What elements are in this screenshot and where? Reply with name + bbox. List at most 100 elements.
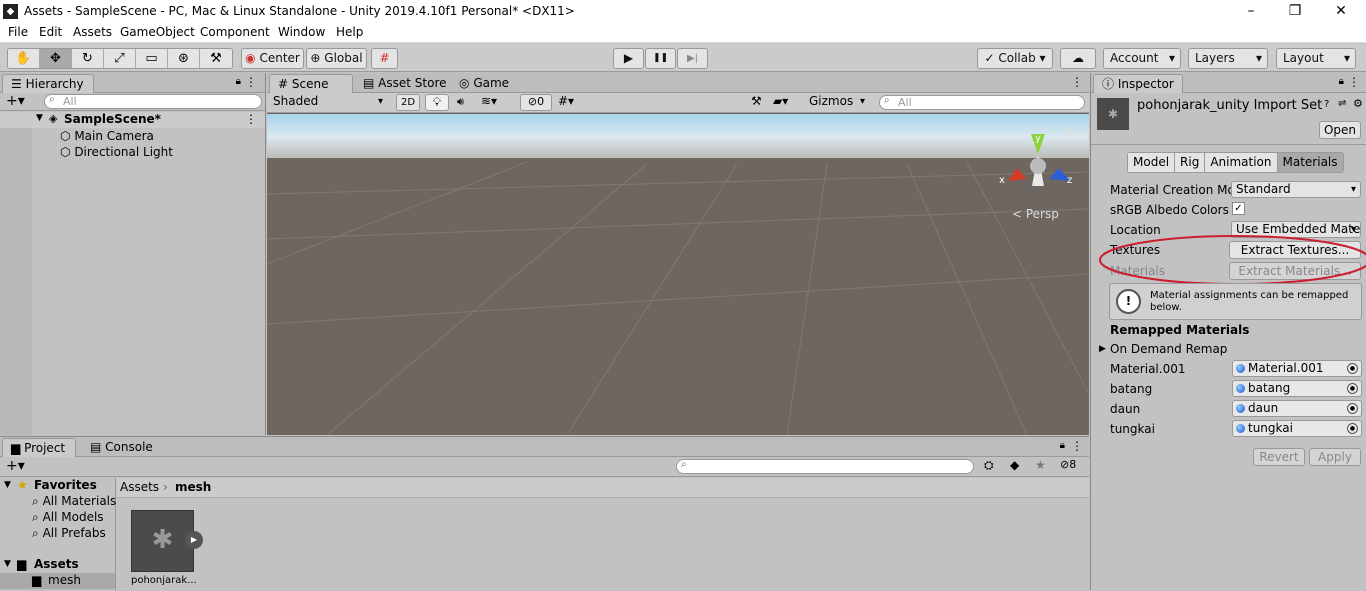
menu-component[interactable]: Component [200, 25, 270, 39]
revert-button[interactable]: Revert [1253, 448, 1305, 466]
tab-asset-store[interactable]: ▤ Asset Store [355, 74, 455, 93]
grid-snap-button[interactable]: # [371, 48, 398, 69]
help-icon[interactable]: ? [1324, 99, 1329, 110]
maximize-button[interactable]: ❐ [1272, 2, 1318, 22]
object-picker-icon[interactable]: ● [1347, 423, 1358, 434]
srgb-checkbox[interactable]: ✓ [1232, 202, 1245, 215]
layout-dropdown[interactable]: Layout ▾ [1276, 48, 1356, 69]
mesh-folder-row[interactable]: ▆ mesh [0, 573, 115, 589]
kebab-menu-icon[interactable]: ⋮ [1348, 75, 1360, 89]
hidden-packages-toggle[interactable]: ⊘8 [1060, 458, 1076, 471]
kebab-menu-icon[interactable]: ⋮ [245, 75, 257, 89]
add-icon[interactable]: +▾ [6, 93, 25, 109]
minimize-button[interactable]: – [1228, 2, 1274, 22]
expand-arrow-icon[interactable]: ▼ [36, 113, 43, 123]
hidden-objects-toggle[interactable]: ⊘0 [520, 94, 552, 111]
2d-toggle[interactable]: 2D [396, 94, 420, 111]
tab-console[interactable]: ▤ Console [82, 438, 161, 457]
object-picker-icon[interactable]: ● [1347, 403, 1358, 414]
assets-folder-label[interactable]: Assets [34, 557, 79, 571]
audio-icon[interactable]: 🔊︎ [457, 95, 464, 109]
collab-button[interactable]: ✓ Collab ▾ [977, 48, 1053, 69]
tab-rig[interactable]: Rig [1175, 153, 1206, 172]
effects-icon[interactable]: ≋▾ [481, 94, 497, 108]
expand-arrow-icon[interactable]: ▶ [1099, 344, 1106, 354]
gear-icon[interactable]: ⚙ [1353, 97, 1363, 110]
expand-arrow-icon[interactable]: ▼ [4, 480, 11, 490]
transform-tool-icon[interactable]: ⊛ [168, 49, 200, 68]
breadcrumb-assets[interactable]: Assets [120, 480, 159, 494]
list-item[interactable]: ⌕ All Prefabs [32, 526, 106, 541]
tab-project[interactable]: ▆ Project [2, 438, 76, 457]
remap-field[interactable]: tungkai ● [1232, 420, 1362, 437]
tab-materials[interactable]: Materials [1277, 153, 1343, 172]
expand-arrow-icon[interactable]: ▼ [4, 559, 11, 569]
list-item[interactable]: ⬡ Directional Light [60, 145, 173, 159]
open-button[interactable]: Open [1319, 121, 1361, 139]
tab-model[interactable]: Model [1128, 153, 1176, 172]
tab-scene[interactable]: # Scene [269, 74, 353, 93]
tab-inspector[interactable]: ⓘ Inspector [1093, 74, 1183, 93]
pivot-center-button[interactable]: ◉ Center [241, 48, 304, 69]
kebab-menu-icon[interactable]: ⋮ [245, 112, 257, 126]
custom-tool-icon[interactable]: ⚒ [200, 49, 232, 68]
persp-label[interactable]: < Persp [1012, 207, 1059, 221]
list-item[interactable]: ⌕ All Materials [32, 494, 116, 509]
hierarchy-search-input[interactable]: All [44, 94, 262, 109]
material-creation-dropdown[interactable]: Standard [1231, 181, 1361, 198]
scale-tool-icon[interactable]: ⤢ [104, 49, 136, 68]
menu-help[interactable]: Help [336, 25, 363, 39]
star-icon[interactable]: ★ [1035, 458, 1046, 472]
preset-icon[interactable]: ⇌ [1338, 98, 1346, 109]
scene-row[interactable]: ▼ ◈ SampleScene* ⋮ [0, 112, 265, 128]
layers-dropdown[interactable]: Layers ▾ [1188, 48, 1268, 69]
search-by-type-icon[interactable]: ⛭ [984, 458, 994, 473]
play-button[interactable]: ▶ [613, 48, 644, 69]
remap-field[interactable]: batang ● [1232, 380, 1362, 397]
tools-icon[interactable]: ⚒ [751, 94, 762, 108]
account-dropdown[interactable]: Account ▾ [1103, 48, 1181, 69]
lock-icon[interactable]: 🔒︎ [1060, 440, 1065, 451]
rotate-tool-icon[interactable]: ↻ [72, 49, 104, 68]
list-item[interactable]: ⌕ All Models [32, 510, 104, 525]
play-preview-icon[interactable]: ▶ [185, 531, 203, 549]
shading-dropdown[interactable]: Shaded [269, 94, 387, 111]
add-icon[interactable]: +▾ [6, 458, 25, 474]
lighting-toggle[interactable]: 💡︎ [425, 94, 449, 111]
close-button[interactable]: ✕ [1318, 2, 1364, 22]
gizmos-dropdown[interactable]: Gizmos [805, 94, 869, 111]
lock-icon[interactable]: ▪ [1068, 127, 1074, 137]
cloud-button[interactable]: ☁ [1060, 48, 1096, 69]
scene-viewport[interactable]: x y z < Persp ▪ [267, 114, 1089, 435]
camera-icon[interactable]: ▰▾ [773, 94, 788, 108]
pause-button[interactable]: ❚❚ [645, 48, 676, 69]
hand-tool-icon[interactable]: ✋ [8, 49, 40, 68]
list-item[interactable]: ⬡ Main Camera [60, 129, 154, 143]
move-tool-icon[interactable]: ✥ [40, 49, 72, 68]
grid-icon[interactable]: #▾ [558, 94, 574, 108]
lock-icon[interactable]: 🔒︎ [1339, 76, 1344, 87]
object-picker-icon[interactable]: ● [1347, 383, 1358, 394]
kebab-menu-icon[interactable]: ⋮ [1071, 439, 1083, 453]
menu-window[interactable]: Window [278, 25, 325, 39]
on-demand-foldout[interactable]: On Demand Remap [1110, 342, 1227, 356]
project-search-input[interactable] [676, 459, 974, 474]
remap-field[interactable]: Material.001 ● [1232, 360, 1362, 377]
menu-file[interactable]: File [8, 25, 28, 39]
menu-edit[interactable]: Edit [39, 25, 62, 39]
breadcrumb-mesh[interactable]: mesh [175, 480, 211, 494]
menu-gameobject[interactable]: GameObject [120, 25, 195, 39]
remap-field[interactable]: daun ● [1232, 400, 1362, 417]
kebab-menu-icon[interactable]: ⋮ [1071, 75, 1083, 89]
favorites-label[interactable]: Favorites [34, 478, 97, 492]
step-button[interactable]: ▶| [677, 48, 708, 69]
space-global-button[interactable]: ⊕ Global [306, 48, 367, 69]
rect-tool-icon[interactable]: ▭ [136, 49, 168, 68]
object-picker-icon[interactable]: ● [1347, 363, 1358, 374]
scene-search-input[interactable]: All [879, 95, 1085, 110]
tab-animation[interactable]: Animation [1205, 153, 1278, 172]
menu-assets[interactable]: Assets [73, 25, 112, 39]
label-tag-icon[interactable]: ◆ [1010, 458, 1019, 472]
tab-hierarchy[interactable]: ☰ Hierarchy [2, 74, 94, 93]
lock-icon[interactable]: 🔒︎ [236, 76, 241, 87]
